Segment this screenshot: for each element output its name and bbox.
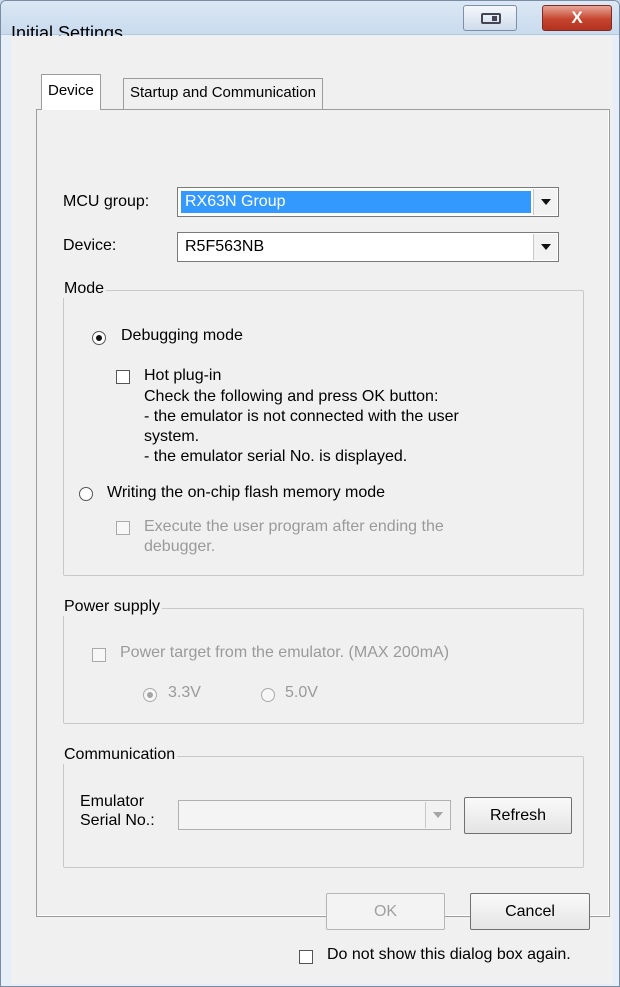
- dont-show-again-label[interactable]: Do not show this dialog box again.: [327, 946, 571, 964]
- initial-settings-dialog: Initial Settings X Device Startup and Co…: [0, 0, 620, 987]
- ok-button-label: OK: [373, 903, 398, 920]
- ok-button[interactable]: OK: [326, 893, 445, 930]
- power-target-checkbox[interactable]: [92, 648, 106, 662]
- chevron-down-icon[interactable]: [533, 234, 557, 260]
- debugging-mode-radio[interactable]: [92, 331, 106, 345]
- hot-plugin-help-line: Check the following and press OK button:: [144, 388, 439, 405]
- refresh-button[interactable]: Refresh: [464, 797, 572, 834]
- cancel-button-label: Cancel: [505, 903, 555, 920]
- serial-number-select[interactable]: [178, 800, 451, 830]
- hot-plugin-help-line: - the emulator serial No. is displayed.: [144, 448, 408, 465]
- power-supply-group: Power supply Power target from the emula…: [62, 598, 584, 724]
- voltage-3v3-label: 3.3V: [168, 684, 201, 701]
- writing-mode-radio[interactable]: [79, 487, 93, 501]
- device-select[interactable]: R5F563NB: [177, 232, 559, 262]
- tab-device[interactable]: Device: [41, 74, 101, 110]
- chevron-down-icon[interactable]: [425, 802, 449, 828]
- device-tab-page: MCU group: RX63N Group Device: R5F563NB …: [36, 109, 610, 917]
- writing-mode-label[interactable]: Writing the on-chip flash memory mode: [107, 484, 385, 502]
- communication-group: Communication Emulator Serial No.: Refre…: [62, 746, 584, 868]
- title-bar: Initial Settings X: [1, 1, 619, 43]
- device-label: Device:: [63, 237, 117, 254]
- device-value: R5F563NB: [185, 238, 265, 255]
- execute-after-line: Execute the user program after ending th…: [144, 518, 444, 535]
- execute-after-line: debugger.: [144, 538, 216, 555]
- tab-startup-communication[interactable]: Startup and Communication: [123, 78, 323, 109]
- serial-label-line: Serial No.:: [80, 812, 155, 829]
- voltage-5v0-radio[interactable]: [261, 688, 275, 702]
- tab-startup-communication-label: Startup and Communication: [130, 84, 316, 101]
- serial-label-line: Emulator: [80, 793, 145, 810]
- power-target-label: Power target from the emulator. (MAX 200…: [120, 644, 450, 661]
- cancel-button[interactable]: Cancel: [470, 893, 590, 930]
- hot-plugin-checkbox[interactable]: [116, 370, 130, 384]
- serial-number-value: [182, 804, 190, 826]
- mcu-group-select[interactable]: RX63N Group: [177, 187, 559, 217]
- power-supply-legend: Power supply: [62, 598, 163, 616]
- hot-plugin-help-line: system.: [144, 428, 200, 445]
- mode-group: Mode Debugging mode Hot plug-in Check th…: [62, 280, 584, 576]
- chevron-down-icon[interactable]: [533, 189, 557, 215]
- dont-show-again-checkbox[interactable]: [299, 950, 313, 964]
- hot-plugin-help-line: - the emulator is not connected with the…: [144, 408, 459, 425]
- hot-plugin-help-text: Check the following and press OK button:…: [144, 387, 459, 467]
- communication-legend: Communication: [62, 746, 178, 764]
- mode-legend: Mode: [62, 280, 107, 298]
- close-button[interactable]: X: [542, 5, 612, 31]
- voltage-5v0-label: 5.0V: [285, 684, 318, 701]
- close-icon: X: [571, 8, 583, 27]
- debugging-mode-label[interactable]: Debugging mode: [121, 327, 243, 345]
- tab-device-label: Device: [48, 82, 94, 99]
- dialog-client-area: Device Startup and Communication MCU gro…: [11, 36, 613, 984]
- hot-plugin-label[interactable]: Hot plug-in: [144, 367, 221, 385]
- restore-icon: [481, 13, 501, 24]
- mcu-group-value: RX63N Group: [181, 191, 531, 213]
- execute-after-label: Execute the user program after ending th…: [144, 517, 444, 557]
- voltage-3v3-radio[interactable]: [143, 688, 157, 702]
- restore-button[interactable]: [463, 5, 517, 31]
- mcu-group-label: MCU group:: [63, 193, 150, 210]
- execute-after-checkbox[interactable]: [116, 521, 130, 535]
- serial-number-label: Emulator Serial No.:: [80, 792, 155, 830]
- refresh-button-label: Refresh: [489, 807, 547, 824]
